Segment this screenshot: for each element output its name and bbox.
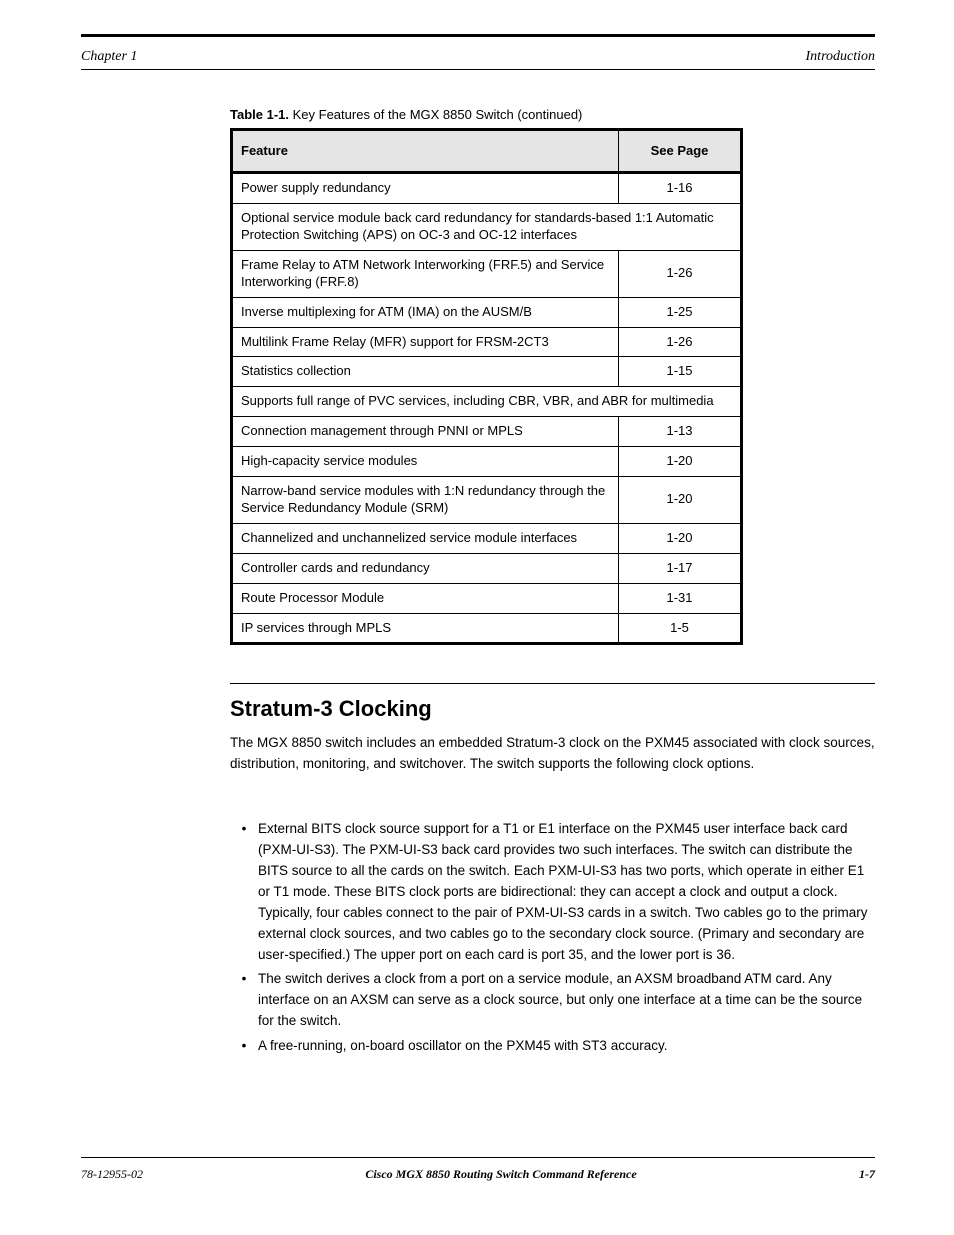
- table-cell-page: 1-13: [619, 417, 742, 447]
- bullet-icon: •: [230, 1036, 258, 1057]
- table-caption-label: Table 1-1.: [230, 107, 289, 122]
- bullet-item: •A free-running, on-board oscillator on …: [230, 1036, 875, 1057]
- table-cell-page: 1-15: [619, 357, 742, 387]
- running-footer: 78-12955-02 Cisco MGX 8850 Routing Switc…: [81, 1167, 875, 1182]
- table-cell-feature: IP services through MPLS: [232, 613, 619, 644]
- table-cell-page: 1-26: [619, 327, 742, 357]
- bullet-icon: •: [230, 969, 258, 1032]
- col-header-feature: Feature: [232, 130, 619, 173]
- table-cell-page: 1-5: [619, 613, 742, 644]
- table-cell-page: 1-20: [619, 523, 742, 553]
- table-row: Supports full range of PVC services, inc…: [232, 387, 742, 417]
- table-cell-feature: Channelized and unchannelized service mo…: [232, 523, 619, 553]
- table-cell-feature: Connection management through PNNI or MP…: [232, 417, 619, 447]
- running-header: Chapter 1 Introduction: [81, 49, 875, 65]
- table-cell-page: 1-20: [619, 447, 742, 477]
- table-row: Route Processor Module1-31: [232, 583, 742, 613]
- table-cell-feature: Statistics collection: [232, 357, 619, 387]
- table-row: Frame Relay to ATM Network Interworking …: [232, 250, 742, 297]
- table-row: Statistics collection1-15: [232, 357, 742, 387]
- table-cell-page: 1-17: [619, 553, 742, 583]
- footer-center: Cisco MGX 8850 Routing Switch Command Re…: [365, 1167, 636, 1182]
- bullet-text: External BITS clock source support for a…: [258, 819, 875, 965]
- footer-left: 78-12955-02: [81, 1167, 143, 1182]
- table-cell-feature: Power supply redundancy: [232, 173, 619, 204]
- table-row: Channelized and unchannelized service mo…: [232, 523, 742, 553]
- running-header-left: Chapter 1: [81, 49, 137, 65]
- table-cell-feature: Optional service module back card redund…: [232, 204, 742, 251]
- table-row: Optional service module back card redund…: [232, 204, 742, 251]
- table-cell-page: 1-25: [619, 297, 742, 327]
- table-row: Controller cards and redundancy1-17: [232, 553, 742, 583]
- bullet-item: •External BITS clock source support for …: [230, 819, 875, 965]
- table-row: Power supply redundancy1-16: [232, 173, 742, 204]
- table-row: High-capacity service modules1-20: [232, 447, 742, 477]
- table-cell-feature: High-capacity service modules: [232, 447, 619, 477]
- table-cell-feature: Narrow-band service modules with 1:N red…: [232, 477, 619, 524]
- bullet-text: A free-running, on-board oscillator on t…: [258, 1036, 667, 1057]
- table-caption: Table 1-1. Key Features of the MGX 8850 …: [230, 107, 582, 122]
- table-cell-page: 1-20: [619, 477, 742, 524]
- table-cell-feature: Controller cards and redundancy: [232, 553, 619, 583]
- table-cell-feature: Frame Relay to ATM Network Interworking …: [232, 250, 619, 297]
- table-cell-feature: Supports full range of PVC services, inc…: [232, 387, 742, 417]
- table-cell-page: 1-16: [619, 173, 742, 204]
- section-paragraph: The MGX 8850 switch includes an embedded…: [230, 733, 875, 775]
- bullet-icon: •: [230, 819, 258, 965]
- bullet-item: •The switch derives a clock from a port …: [230, 969, 875, 1032]
- table-row: Multilink Frame Relay (MFR) support for …: [232, 327, 742, 357]
- footer-rule: [81, 1157, 875, 1158]
- header-bottom-rule: [81, 69, 875, 70]
- table-row: IP services through MPLS1-5: [232, 613, 742, 644]
- table-cell-feature: Multilink Frame Relay (MFR) support for …: [232, 327, 619, 357]
- table-row: Inverse multiplexing for ATM (IMA) on th…: [232, 297, 742, 327]
- col-header-page: See Page: [619, 130, 742, 173]
- bullet-text: The switch derives a clock from a port o…: [258, 969, 875, 1032]
- table-cell-page: 1-31: [619, 583, 742, 613]
- header-top-rule: [81, 34, 875, 37]
- footer-right: 1-7: [859, 1167, 875, 1182]
- section-heading: Stratum-3 Clocking: [230, 696, 432, 722]
- features-table: Feature See Page Power supply redundancy…: [230, 128, 743, 645]
- section-rule: [230, 683, 875, 684]
- section-bullets: •External BITS clock source support for …: [230, 819, 875, 1061]
- table-cell-feature: Route Processor Module: [232, 583, 619, 613]
- table-cell-page: 1-26: [619, 250, 742, 297]
- table-row: Connection management through PNNI or MP…: [232, 417, 742, 447]
- table-caption-text: Key Features of the MGX 8850 Switch (con…: [289, 107, 582, 122]
- running-header-right: Introduction: [806, 49, 875, 65]
- table-cell-feature: Inverse multiplexing for ATM (IMA) on th…: [232, 297, 619, 327]
- table-row: Narrow-band service modules with 1:N red…: [232, 477, 742, 524]
